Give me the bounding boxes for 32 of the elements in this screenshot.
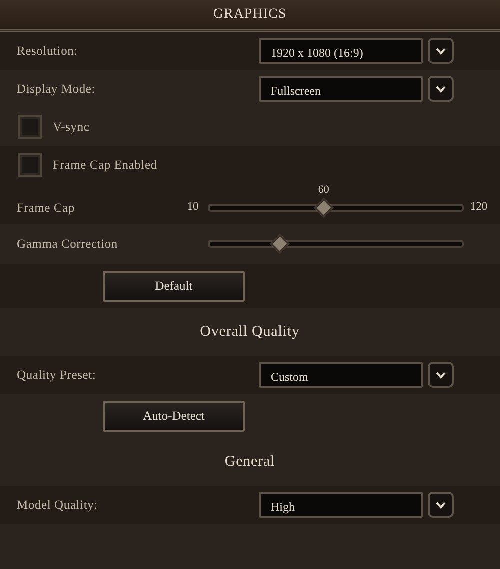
section-heading: Overall Quality: [200, 322, 300, 342]
dropdown-button[interactable]: [428, 38, 454, 64]
chevron-down-icon: [436, 372, 446, 378]
chevron-down-icon: [436, 48, 446, 54]
slider-min-value: 10: [186, 200, 200, 216]
dropdown-field[interactable]: Fullscreen: [259, 76, 423, 102]
checkbox-label: V-sync: [53, 118, 90, 136]
dropdown-button[interactable]: [428, 362, 454, 388]
dropdown-button[interactable]: [428, 76, 454, 102]
dropdown-button[interactable]: [428, 492, 454, 518]
dropdown-field[interactable]: High: [259, 492, 423, 518]
checkbox-label: Frame Cap Enabled: [53, 156, 158, 174]
setting-label: Model Quality:: [17, 496, 98, 514]
action-button[interactable]: Default: [103, 270, 245, 302]
panel-title: GRAPHICS: [213, 6, 287, 24]
setting-label: Display Mode:: [17, 80, 96, 98]
slider-value: 60: [318, 183, 330, 198]
setting-label: Quality Preset:: [17, 366, 96, 384]
slider-max-value: 120: [470, 200, 488, 216]
setting-label: Resolution:: [17, 42, 78, 60]
section-heading: General: [224, 452, 276, 472]
slider-track[interactable]: [208, 198, 464, 218]
dropdown-field[interactable]: Custom: [259, 362, 423, 388]
action-button[interactable]: Auto-Detect: [103, 400, 245, 432]
dropdown-field[interactable]: 1920 x 1080 (16:9): [259, 38, 423, 64]
setting-label: Gamma Correction: [17, 236, 118, 253]
slider-track[interactable]: [208, 234, 464, 254]
chevron-down-icon: [436, 502, 446, 508]
setting-label: Frame Cap: [17, 200, 75, 217]
checkbox[interactable]: [18, 153, 42, 177]
chevron-down-icon: [436, 86, 446, 92]
checkbox[interactable]: [18, 115, 42, 139]
